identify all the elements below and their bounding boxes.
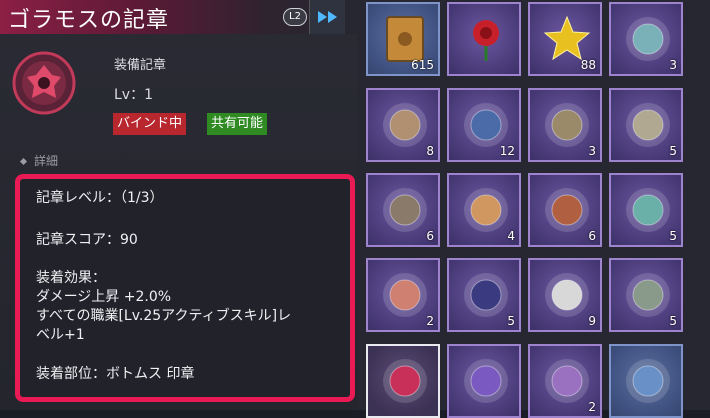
detail-line: ダメージ上昇 +2.0%	[36, 289, 172, 305]
detail-line: 装着部位：ボトムス 印章	[36, 366, 195, 382]
bound-badge: バインド中	[113, 113, 187, 135]
slot-count: 12	[499, 144, 515, 158]
slot-count: 6	[588, 229, 596, 243]
inventory-slot[interactable]	[447, 344, 521, 418]
title-bar: ゴラモスの記章 L2	[0, 0, 357, 34]
slot-count: 5	[507, 314, 515, 328]
blue-emblem-icon	[626, 359, 670, 403]
slot-count: 88	[580, 58, 596, 72]
item-title: ゴラモスの記章	[8, 8, 170, 33]
slot-count: 3	[588, 144, 596, 158]
tree-emblem-icon	[383, 103, 427, 147]
helmet-emblem-icon	[626, 103, 670, 147]
detail-line: 記章レベル：（1/3）	[36, 190, 164, 206]
item-kind: 装備記章	[114, 58, 167, 73]
detail-box: 記章レベル：（1/3） 記章スコア：90 装着効果： ダメージ上昇 +2.0% …	[15, 174, 355, 402]
inventory-slot[interactable]: 5	[447, 258, 521, 332]
inventory-slot[interactable]: 8	[366, 88, 440, 162]
crystal-emblem-icon	[626, 188, 670, 232]
cowboy-emblem-icon	[545, 188, 589, 232]
slot-count: 2	[426, 314, 434, 328]
slot-count: 6	[426, 229, 434, 243]
slot-count: 4	[507, 229, 515, 243]
detail-line: すべての職業[Lv.25アクティブスキル]レ	[36, 308, 292, 324]
slot-count: 8	[426, 144, 434, 158]
gun-emblem-icon	[383, 188, 427, 232]
inventory-slot[interactable]	[609, 344, 683, 418]
inventory-slot[interactable]: 615	[366, 2, 440, 76]
girl-emblem-icon	[464, 188, 508, 232]
inventory-slot[interactable]: 6	[366, 173, 440, 247]
inventory-slot[interactable]: 2	[528, 344, 602, 418]
golamos-emblem-icon	[383, 359, 427, 403]
masked-emblem-icon	[545, 273, 589, 317]
robot-emblem-icon	[626, 273, 670, 317]
armor-emblem-icon	[545, 103, 589, 147]
l2-button[interactable]: L2	[283, 8, 307, 26]
slot-count: 615	[411, 58, 434, 72]
inventory-slot[interactable]	[366, 344, 440, 418]
warrior-emblem-icon	[383, 273, 427, 317]
sword-emblem-icon	[464, 359, 508, 403]
slot-count: 5	[669, 229, 677, 243]
inventory-slot[interactable]: 6	[528, 173, 602, 247]
witch-emblem-icon	[464, 273, 508, 317]
inventory-slot[interactable]	[447, 2, 521, 76]
slot-count: 5	[669, 144, 677, 158]
detail-line: ベル+1	[36, 327, 85, 343]
inventory-slot[interactable]: 9	[528, 258, 602, 332]
item-detail-panel: ゴラモスの記章 L2 装備記章 Lv：1 バインド中 共有可能 詳細 記章レベル…	[0, 0, 357, 410]
item-level: Lv：1	[114, 87, 153, 103]
inventory-slot[interactable]: 88	[528, 2, 602, 76]
golamos-emblem-icon	[9, 48, 79, 118]
fast-forward-icon	[318, 11, 337, 23]
inventory-slot[interactable]: 3	[528, 88, 602, 162]
inventory-grid: 615 88 3 8 12 3 5 6 4 6 5 2 5 9 5 2	[357, 0, 710, 418]
slot-count: 2	[588, 400, 596, 414]
inventory-slot[interactable]: 12	[447, 88, 521, 162]
detail-line: 記章スコア：90	[36, 232, 138, 248]
rose-icon	[473, 20, 499, 61]
mage-emblem-icon	[545, 359, 589, 403]
inventory-slot[interactable]: 2	[366, 258, 440, 332]
inventory-slot[interactable]: 5	[609, 88, 683, 162]
diamond-bullet-icon	[19, 157, 28, 166]
inventory-slot[interactable]: 4	[447, 173, 521, 247]
slot-count: 3	[669, 58, 677, 72]
slot-count: 5	[669, 314, 677, 328]
inventory-slot[interactable]: 5	[609, 173, 683, 247]
inventory-slot[interactable]: 5	[609, 258, 683, 332]
slot-count: 9	[588, 314, 596, 328]
emblem-icon	[626, 17, 670, 61]
next-button[interactable]	[309, 0, 345, 34]
shareable-badge: 共有可能	[207, 113, 268, 135]
detail-line: 装着効果：	[36, 270, 106, 286]
detail-section-label: 詳細	[34, 154, 59, 168]
inventory-slot[interactable]: 3	[609, 2, 683, 76]
